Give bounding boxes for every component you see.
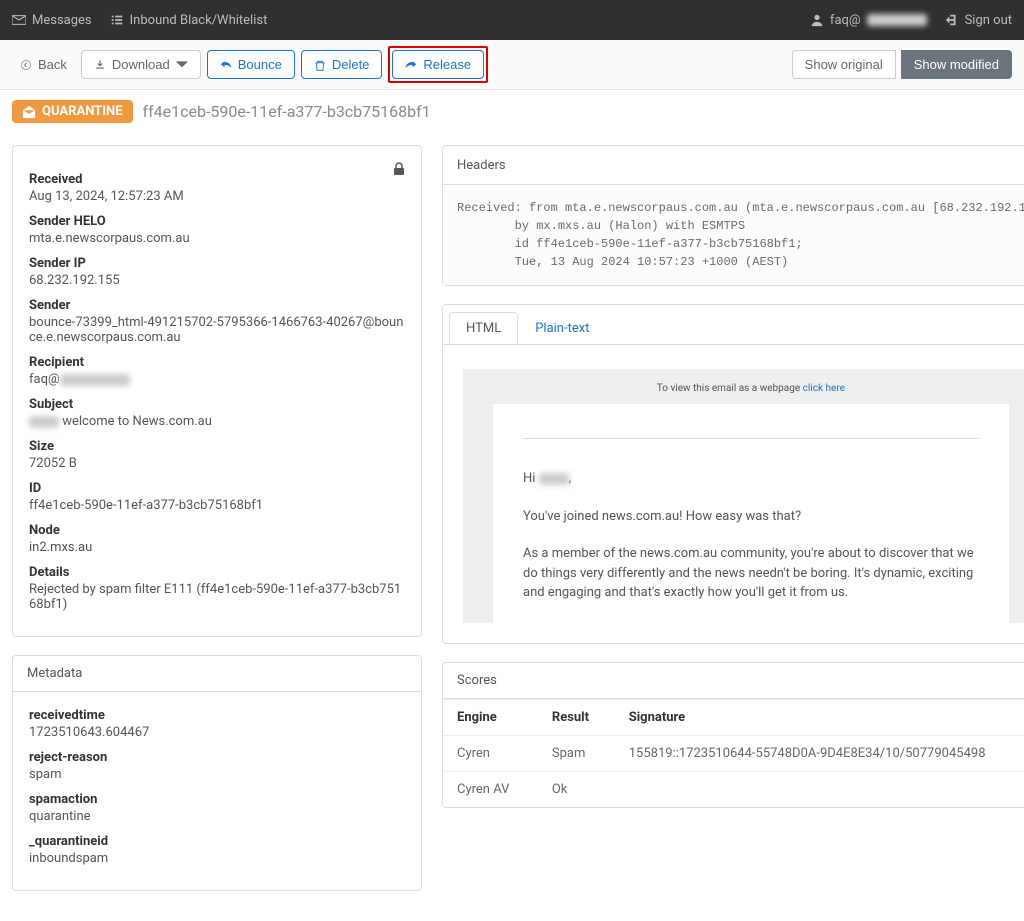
node-label: Node xyxy=(29,523,405,538)
nav-messages[interactable]: Messages xyxy=(12,13,92,28)
scores-table: Engine Result Signature Cyren Spam 15581… xyxy=(443,699,1024,807)
headers-panel: Headers Received: from mta.e.newscorpaus… xyxy=(442,145,1024,286)
quarantineid-value: inboundspam xyxy=(29,851,405,866)
tab-plain-text[interactable]: Plain-text xyxy=(518,312,606,345)
size-value: 72052 B xyxy=(29,456,405,471)
headers-title: Headers xyxy=(457,158,506,173)
preview-click-here-link[interactable]: click here xyxy=(803,383,845,394)
trash-icon xyxy=(314,59,326,71)
sender-value: bounce-73399_html-491215702-5795366-1466… xyxy=(29,315,405,345)
table-row: Cyren Spam 155819::1723510644-55748D0A-9… xyxy=(443,736,1024,772)
preview-p1: You've joined news.com.au! How easy was … xyxy=(523,507,979,527)
download-icon xyxy=(94,59,106,71)
scores-panel: Scores Engine Result Signature Cyren Spa… xyxy=(442,662,1024,808)
lock-icon xyxy=(393,162,405,180)
back-button[interactable]: Back xyxy=(12,51,75,78)
sender-label: Sender xyxy=(29,298,405,313)
metadata-panel: Metadata receivedtime 1723510643.604467 … xyxy=(12,655,422,891)
id-label: ID xyxy=(29,481,405,496)
envelope-icon xyxy=(12,13,26,27)
scores-th-result: Result xyxy=(538,700,615,736)
preview-p3: Want headlines as they happen? You got i… xyxy=(523,621,979,624)
preview-scroll[interactable]: To view this email as a webpage click he… xyxy=(463,365,1024,623)
spamaction-value: quarantine xyxy=(29,809,405,824)
show-original-button[interactable]: Show original xyxy=(792,50,896,79)
receivedtime-label: receivedtime xyxy=(29,708,405,723)
bounce-button[interactable]: Bounce xyxy=(207,50,295,79)
share-icon xyxy=(405,59,417,71)
envelope-open-icon xyxy=(22,105,36,119)
details-value: Rejected by spam filter E111 (ff4e1ceb-5… xyxy=(29,582,405,612)
tab-html[interactable]: HTML xyxy=(449,312,518,345)
ip-label: Sender IP xyxy=(29,256,405,271)
list-icon xyxy=(110,13,124,27)
receivedtime-value: 1723510643.604467 xyxy=(29,725,405,740)
message-id: ff4e1ceb-590e-11ef-a377-b3cb75168bf1 xyxy=(143,102,431,121)
details-panel: Received Aug 13, 2024, 12:57:23 AM Sende… xyxy=(12,145,422,637)
details-label: Details xyxy=(29,565,405,580)
reject-reason-label: reject-reason xyxy=(29,750,405,765)
release-button[interactable]: Release xyxy=(392,50,484,79)
nav-signout[interactable]: Sign out xyxy=(945,13,1012,28)
reject-reason-value: spam xyxy=(29,767,405,782)
received-label: Received xyxy=(29,172,405,187)
reply-icon xyxy=(220,59,232,71)
recipient-value: faq@ xyxy=(29,372,405,387)
node-value: in2.mxs.au xyxy=(29,540,405,555)
scores-th-engine: Engine xyxy=(443,700,538,736)
download-button[interactable]: Download xyxy=(81,50,201,79)
subject-value: welcome to News.com.au xyxy=(29,414,405,429)
user-icon xyxy=(810,13,824,27)
spamaction-label: spamaction xyxy=(29,792,405,807)
top-nav: Messages Inbound Black/Whitelist faq@ Si… xyxy=(0,0,1024,40)
nav-user[interactable]: faq@ xyxy=(810,13,927,28)
metadata-title: Metadata xyxy=(13,656,421,692)
preview-tabs: HTML Plain-text xyxy=(442,304,1024,344)
release-highlight: Release xyxy=(388,46,488,83)
caret-down-icon xyxy=(176,59,188,71)
scores-th-signature: Signature xyxy=(615,700,1024,736)
helo-label: Sender HELO xyxy=(29,214,405,229)
delete-button[interactable]: Delete xyxy=(301,50,383,79)
back-arrow-icon xyxy=(20,59,32,71)
preview-webpage-link-row: To view this email as a webpage click he… xyxy=(493,383,1009,394)
toolbar: Back Download Bounce Delete Release Show… xyxy=(0,40,1024,90)
ip-value: 68.232.192.155 xyxy=(29,273,405,288)
helo-value: mta.e.newscorpaus.com.au xyxy=(29,231,405,246)
size-label: Size xyxy=(29,439,405,454)
show-modified-button[interactable]: Show modified xyxy=(901,50,1012,79)
recipient-label: Recipient xyxy=(29,355,405,370)
quarantine-badge: QUARANTINE xyxy=(12,100,133,123)
received-value: Aug 13, 2024, 12:57:23 AM xyxy=(29,189,405,204)
signout-icon xyxy=(945,13,959,27)
scores-title: Scores xyxy=(443,663,1024,699)
id-value: ff4e1ceb-590e-11ef-a377-b3cb75168bf1 xyxy=(29,498,405,513)
table-row: Cyren AV Ok xyxy=(443,772,1024,808)
preview-panel: To view this email as a webpage click he… xyxy=(442,344,1024,644)
subject-label: Subject xyxy=(29,397,405,412)
headers-content: Received: from mta.e.newscorpaus.com.au … xyxy=(443,185,1024,285)
preview-greeting: Hi , xyxy=(523,469,979,489)
nav-inbound-blackwhitelist[interactable]: Inbound Black/Whitelist xyxy=(110,13,268,28)
preview-p2: As a member of the news.com.au community… xyxy=(523,544,979,603)
